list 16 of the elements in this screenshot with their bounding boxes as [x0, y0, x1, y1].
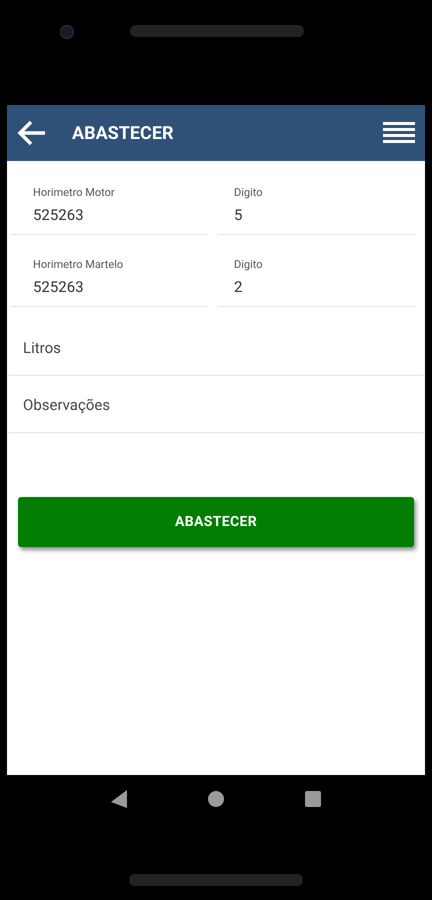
- recents-icon[interactable]: [305, 791, 322, 807]
- input-field[interactable]: 5: [218, 204, 415, 235]
- input-field[interactable]: 525263: [11, 204, 208, 235]
- menu-icon[interactable]: [383, 120, 415, 146]
- field-label: Horimetro Motor: [33, 185, 116, 201]
- back-arrow-icon[interactable]: [17, 120, 47, 146]
- home-icon[interactable]: [208, 791, 224, 807]
- submit-button[interactable]: ABASTECER: [18, 497, 414, 547]
- field-label: Horimetro Martelo: [33, 257, 124, 273]
- input-field[interactable]: 2: [218, 276, 415, 307]
- back-icon[interactable]: [110, 790, 127, 808]
- field-label: Digito: [234, 185, 264, 201]
- input-field[interactable]: 525263: [11, 276, 208, 307]
- screen-title: ABASTECER: [72, 122, 174, 146]
- camera-icon: [60, 25, 74, 39]
- field-label: Digito: [234, 257, 264, 273]
